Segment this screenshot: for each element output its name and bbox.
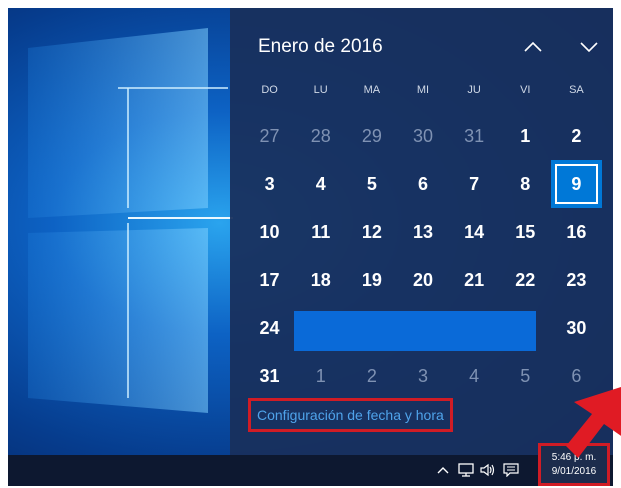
calendar-day[interactable]: 4: [449, 352, 500, 400]
calendar-day[interactable]: 3: [244, 160, 295, 208]
clock-date: 9/01/2016: [551, 465, 597, 477]
red-arrow-annotation-icon: [566, 386, 621, 458]
calendar-day[interactable]: 14: [449, 208, 500, 256]
windows-logo-light-icon: [28, 28, 233, 413]
next-month-button[interactable]: [576, 34, 602, 60]
calendar-day[interactable]: 29: [346, 112, 397, 160]
calendar-day[interactable]: 8: [500, 160, 551, 208]
calendar-day[interactable]: 21: [449, 256, 500, 304]
calendar-day[interactable]: 10: [244, 208, 295, 256]
month-title[interactable]: Enero de 2016: [258, 36, 383, 58]
calendar-day[interactable]: 31: [244, 352, 295, 400]
redaction-overlay: [294, 311, 536, 351]
chevron-down-icon: [580, 42, 598, 53]
calendar-day[interactable]: 22: [500, 256, 551, 304]
network-button[interactable]: [458, 462, 474, 478]
calendar-flyout: Enero de 2016 DO LU MA MI JU VI SA 27 28…: [230, 8, 613, 455]
calendar-day[interactable]: 27: [244, 112, 295, 160]
date-time-settings-link[interactable]: Configuración de fecha y hora: [248, 398, 453, 432]
calendar-day[interactable]: 5: [500, 352, 551, 400]
calendar-day-today[interactable]: 9: [550, 160, 602, 208]
calendar-day[interactable]: 24: [244, 304, 295, 352]
calendar-day[interactable]: 1: [295, 352, 346, 400]
show-hidden-icons-button[interactable]: [435, 462, 451, 478]
calendar-day[interactable]: 20: [397, 256, 448, 304]
chevron-up-icon: [524, 41, 542, 52]
calendar-day[interactable]: 31: [449, 112, 500, 160]
calendar-day[interactable]: 13: [397, 208, 448, 256]
calendar-day[interactable]: 2: [551, 112, 602, 160]
calendar-day[interactable]: 4: [295, 160, 346, 208]
calendar-day[interactable]: 12: [346, 208, 397, 256]
calendar-day-grid: 27 28 29 30 31 1 2 3 4 5 6 7 8 9 10 11 1…: [244, 112, 602, 400]
calendar-day[interactable]: 6: [397, 160, 448, 208]
weekday-label: DO: [261, 84, 278, 96]
chevron-up-icon: [437, 467, 449, 474]
network-icon: [458, 463, 474, 477]
calendar-day[interactable]: 3: [397, 352, 448, 400]
weekday-label: LU: [313, 84, 328, 96]
weekday-label: JU: [467, 84, 481, 96]
weekday-label: MI: [416, 84, 430, 96]
screenshot: Enero de 2016 DO LU MA MI JU VI SA 27 28…: [0, 0, 621, 488]
volume-icon: [480, 463, 495, 477]
calendar-day[interactable]: 15: [500, 208, 551, 256]
action-center-button[interactable]: [503, 462, 519, 478]
previous-month-button[interactable]: [520, 34, 546, 60]
taskbar: 5:46 p. m. 9/01/2016: [8, 443, 613, 486]
calendar-day[interactable]: 7: [449, 160, 500, 208]
calendar-day[interactable]: 30: [551, 304, 602, 352]
weekday-label: VI: [520, 84, 531, 96]
calendar-day[interactable]: 16: [551, 208, 602, 256]
weekday-label: SA: [569, 84, 584, 96]
calendar-day[interactable]: 17: [244, 256, 295, 304]
calendar-day[interactable]: 28: [295, 112, 346, 160]
action-center-icon: [503, 463, 519, 477]
calendar-day[interactable]: 23: [551, 256, 602, 304]
volume-button[interactable]: [480, 462, 496, 478]
weekday-header-row: DO LU MA MI JU VI SA: [244, 84, 602, 96]
calendar-day[interactable]: 19: [346, 256, 397, 304]
calendar-day[interactable]: 18: [295, 256, 346, 304]
calendar-day[interactable]: 11: [295, 208, 346, 256]
calendar-day[interactable]: 30: [397, 112, 448, 160]
calendar-day[interactable]: 5: [346, 160, 397, 208]
calendar-day[interactable]: 2: [346, 352, 397, 400]
weekday-label: MA: [363, 84, 381, 96]
calendar-day[interactable]: 1: [500, 112, 551, 160]
